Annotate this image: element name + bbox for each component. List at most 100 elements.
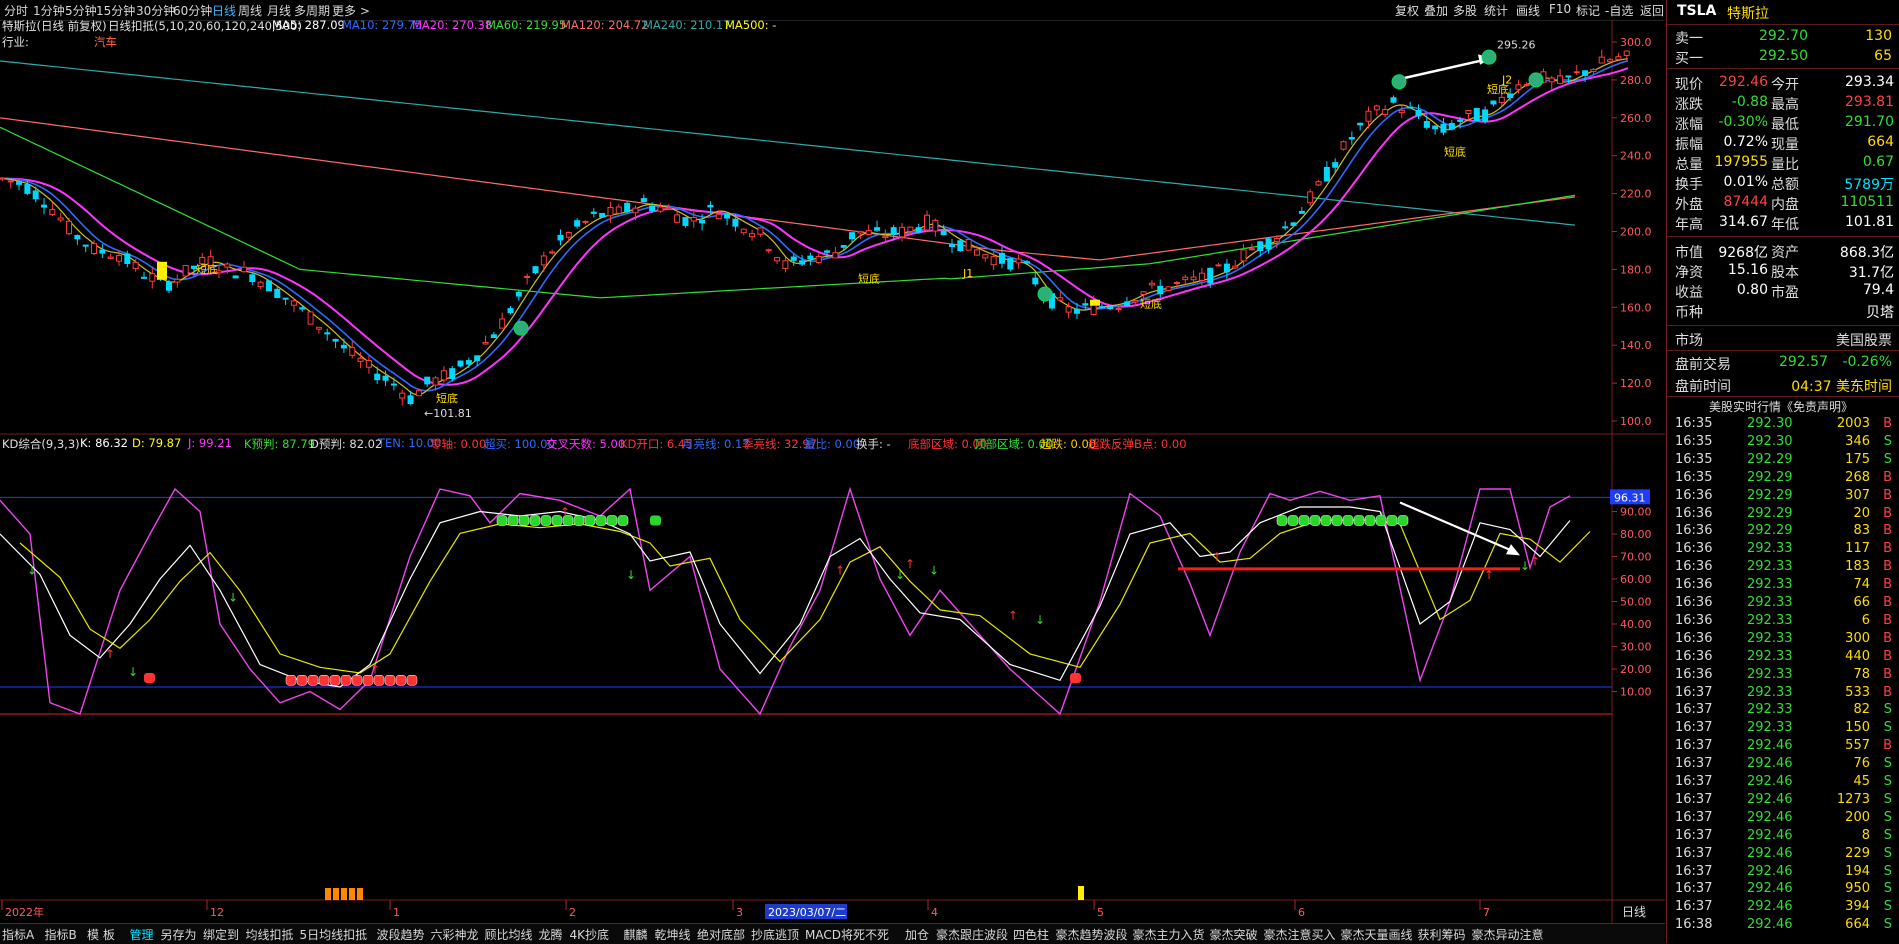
candle — [357, 357, 364, 362]
candle — [1465, 109, 1472, 114]
indicator-tab[interactable]: 绝对底部 — [697, 926, 745, 943]
indicator-tab[interactable]: 豪杰天量画线 — [1341, 926, 1413, 943]
toolbar-button[interactable]: 统计 — [1484, 2, 1508, 19]
tick-row: 16:36 292.33 6 B — [1675, 612, 1892, 628]
period-tab[interactable]: 日线 — [212, 2, 236, 19]
candle — [1073, 308, 1080, 314]
candle — [1523, 84, 1530, 87]
candle — [973, 249, 980, 256]
toolbar-button[interactable]: 标记 — [1576, 2, 1600, 19]
indicator-tab[interactable]: 加仓 — [905, 926, 929, 943]
candle — [399, 392, 406, 399]
tick-row: 16:37 292.46 200 S — [1675, 809, 1892, 825]
indicator-tab[interactable]: 模 板 — [87, 926, 115, 943]
candle — [807, 255, 814, 260]
period-tab[interactable]: 15分钟 — [96, 2, 135, 19]
indicator-tab[interactable]: 麒麟 — [624, 926, 648, 943]
oversold-marker — [296, 675, 308, 686]
candle — [1098, 306, 1105, 309]
indicator-tab[interactable]: 豪杰异动注意 — [1472, 926, 1544, 943]
candle — [1223, 263, 1230, 273]
kline-chart[interactable]: 300.0280.0260.0240.0220.0200.0180.0160.0… — [0, 20, 1665, 923]
candle — [1340, 141, 1347, 150]
fundamental-row: 收益 0.80 市盈 79.4 — [1675, 282, 1894, 301]
candle — [1498, 96, 1505, 103]
toolbar-button[interactable]: -自选 — [1605, 2, 1633, 19]
indicator-tab[interactable]: MACD将死不死 — [805, 926, 889, 943]
toolbar-button[interactable]: 返回 — [1640, 2, 1664, 19]
period-tab[interactable]: 1分钟 — [33, 2, 65, 19]
toolbar-button[interactable]: 画线 — [1516, 2, 1540, 19]
indicator-tab[interactable]: 豪杰注意买入 — [1264, 926, 1336, 943]
kd-value: K预判: 87.79 — [244, 437, 315, 451]
toolbar-button[interactable]: F10 — [1549, 2, 1571, 16]
x-axis-label: 6 — [1298, 906, 1305, 919]
period-tab[interactable]: 60分钟 — [173, 2, 212, 19]
toolbar-button[interactable]: 叠加 — [1424, 2, 1448, 19]
signal-label: 短底 — [196, 262, 218, 276]
indicator-tab[interactable]: 抄底逃顶 — [751, 926, 799, 943]
indicator-tab[interactable]: 指标A — [2, 926, 34, 943]
down-arrow-icon: ↓ — [929, 564, 939, 578]
oversold-marker — [285, 675, 297, 686]
period-tab[interactable]: 5分钟 — [65, 2, 97, 19]
indicator-tab[interactable]: 顾比均线 — [485, 926, 533, 943]
tick-row: 16:35 292.30 346 S — [1675, 433, 1892, 449]
indicator-tab[interactable]: 乾坤线 — [655, 926, 691, 943]
candle — [99, 249, 106, 254]
indicator-tab[interactable]: 另存为 — [161, 926, 197, 943]
candle — [582, 220, 589, 223]
candle — [1265, 238, 1272, 250]
indicator-tab[interactable]: 豪杰趋势波段 — [1056, 926, 1128, 943]
period-tab[interactable]: 多周期 — [294, 2, 330, 19]
industry-value[interactable]: 汽车 — [94, 34, 117, 50]
toolbar-button[interactable]: 复权 — [1395, 2, 1419, 19]
sell1-row: 卖一 292.70 130 — [1675, 28, 1892, 47]
indicator-tab[interactable]: 均线扣抵 — [246, 926, 294, 943]
period-tab[interactable]: 更多 > — [332, 2, 370, 19]
toolbar-button[interactable]: 多股 — [1453, 2, 1477, 19]
indicator-tab[interactable]: 指标B — [45, 926, 77, 943]
candle — [982, 254, 989, 259]
tick-row: 16:36 292.29 20 B — [1675, 505, 1892, 521]
indicator-tab[interactable]: 豪杰突破 — [1210, 926, 1258, 943]
candle — [1107, 306, 1114, 310]
y-tick-label: 200.0 — [1620, 226, 1652, 239]
indicator-tab[interactable]: 波段趋势 — [377, 926, 425, 943]
tick-row: 16:37 292.46 45 S — [1675, 774, 1892, 789]
indicator-tab[interactable]: 六彩神龙 — [431, 926, 479, 943]
overbought-marker — [584, 515, 596, 526]
kd-value: 月亮线: 0.17 — [682, 437, 750, 451]
indicator-tab[interactable]: 豪杰主力入货 — [1133, 926, 1205, 943]
y-tick-label: 300.0 — [1620, 36, 1652, 49]
indicator-tab[interactable]: 龙腾 — [539, 926, 563, 943]
period-tab[interactable]: 月线 — [267, 2, 291, 19]
candle — [415, 390, 422, 397]
candle — [465, 360, 472, 365]
kd-value: J: 99.21 — [188, 436, 232, 450]
candle — [66, 220, 73, 235]
period-tab[interactable]: 周线 — [238, 2, 262, 19]
indicator-tab[interactable]: 4K抄底 — [570, 926, 610, 943]
indicator-tab[interactable]: 绑定到 — [203, 926, 239, 943]
indicator-tab[interactable]: 四色柱 — [1013, 926, 1049, 943]
indicator-tab[interactable]: 管理 — [130, 926, 154, 943]
candle — [924, 214, 931, 231]
indicator-tab[interactable]: 豪杰跟庄波段 — [936, 926, 1008, 943]
candle — [1548, 77, 1555, 83]
candle — [1432, 125, 1439, 130]
indicator-tab[interactable]: 获利筹码 — [1418, 926, 1466, 943]
realtime-title[interactable]: 美股实时行情《免责声明》 — [1667, 397, 1899, 415]
candle — [1598, 56, 1605, 64]
indicator-tab[interactable]: 5日均线扣抵 — [300, 926, 368, 943]
down-arrow-icon: ↓ — [626, 568, 636, 582]
ma-value: MA500: - — [725, 18, 777, 32]
candle — [374, 373, 381, 381]
period-tab[interactable]: 分时 — [4, 2, 28, 19]
y-tick-label: 280.0 — [1620, 74, 1652, 87]
period-tab[interactable]: 30分钟 — [136, 2, 175, 19]
chart-area[interactable]: 300.0 280.0 260.0 240.0 220.0 200.0 180.0 160.0… — [0, 18, 1665, 923]
candle — [449, 368, 456, 380]
signal-badge — [1037, 286, 1053, 302]
y-tick-label: 100.0 — [1620, 415, 1652, 428]
